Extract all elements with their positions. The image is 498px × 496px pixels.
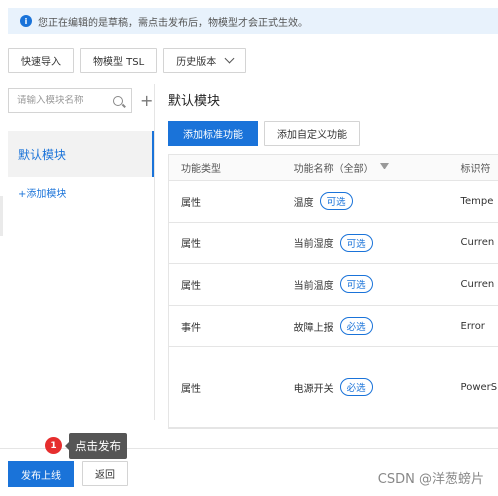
cell-id: Curren [460, 278, 495, 290]
col-type-header: 功能类型 [181, 164, 221, 175]
cell-name: 当前湿度 [293, 239, 334, 251]
optional-tag: 可选 [319, 192, 353, 211]
function-table: 功能类型 功能名称（全部） 标识符 属性 温度 可选 Tempe 属性 当前湿度可… [168, 154, 498, 430]
chevron-down-icon [224, 53, 235, 64]
notice-text: 您正在编辑的是草稿，需点击发布后，物模型才会正式生效。 [38, 17, 308, 29]
required-tag: 必选 [339, 317, 373, 336]
add-custom-function-button[interactable]: 添加自定义功能 [264, 121, 360, 146]
publish-button[interactable]: 发布上线 [8, 461, 74, 487]
cell-type: 事件 [181, 322, 201, 334]
back-button[interactable]: 返回 [82, 461, 128, 486]
cell-name: 温度 [293, 197, 314, 209]
table-row: 属性 当前温度 可选 Curren [169, 264, 498, 306]
cell-id: Error [460, 320, 485, 332]
cell-id: PowerS [460, 381, 498, 393]
cell-type: 属性 [181, 197, 201, 209]
table-header: 功能类型 功能名称（全部） 标识符 [169, 155, 498, 181]
cell-type: 属性 [181, 383, 201, 395]
table-row: 事件 故障上报 必选 Error [169, 306, 498, 348]
history-version-dropdown[interactable]: 历史版本 [163, 48, 247, 73]
draft-notice: i 您正在编辑的是草稿，需点击发布后，物模型才会正式生效。 [8, 8, 498, 34]
cell-id: Tempe [460, 195, 494, 207]
table-row: 属性 当前湿度 可选 Curren [169, 223, 498, 265]
module-item-default[interactable]: 默认模块 [8, 131, 154, 177]
history-label: 历史版本 [176, 57, 217, 68]
cell-id: Curren [460, 237, 495, 249]
required-tag: 必选 [339, 378, 373, 397]
cell-name: 电源开关 [293, 383, 334, 395]
side-collapse-handle[interactable] [0, 196, 3, 236]
publish-tooltip: 点击发布 [65, 433, 127, 459]
col-name-label: 功能名称（全部） [293, 164, 374, 175]
footer-actions: 发布上线 返回 [8, 461, 128, 487]
cell-name: 故障上报 [293, 322, 334, 334]
table-row: 属性 电源开关 必选 PowerS [169, 347, 498, 429]
toolbar: 快速导入 物模型 TSL 历史版本 [8, 48, 247, 73]
col-id-header: 标识符 [460, 164, 491, 175]
main-panel: 默认模块 添加标准功能 添加自定义功能 功能类型 功能名称（全部） 标识符 属性… [168, 84, 498, 430]
module-search-input[interactable] [17, 95, 107, 106]
col-name-header[interactable]: 功能名称（全部） [282, 160, 449, 175]
cell-name: 当前温度 [293, 280, 334, 292]
add-standard-function-button[interactable]: 添加标准功能 [168, 121, 258, 146]
quick-import-button[interactable]: 快速导入 [8, 48, 74, 73]
optional-tag: 可选 [339, 233, 373, 252]
optional-tag: 可选 [339, 275, 373, 294]
info-icon: i [20, 15, 32, 27]
plus-icon[interactable]: + [140, 92, 153, 109]
step-badge: 1 [45, 437, 62, 454]
add-module-link[interactable]: +添加模块 [8, 185, 154, 200]
search-icon[interactable] [113, 95, 123, 106]
cell-type: 属性 [181, 280, 201, 292]
cell-type: 属性 [181, 239, 201, 251]
module-search-box [8, 88, 132, 113]
filter-icon[interactable] [379, 163, 389, 172]
module-title: 默认模块 [168, 94, 221, 109]
watermark: CSDN @洋葱螃片 [377, 472, 484, 487]
module-sidebar: + 默认模块 +添加模块 [8, 84, 155, 420]
table-row: 属性 温度 可选 Tempe [169, 181, 498, 223]
tsl-button[interactable]: 物模型 TSL [80, 48, 158, 73]
